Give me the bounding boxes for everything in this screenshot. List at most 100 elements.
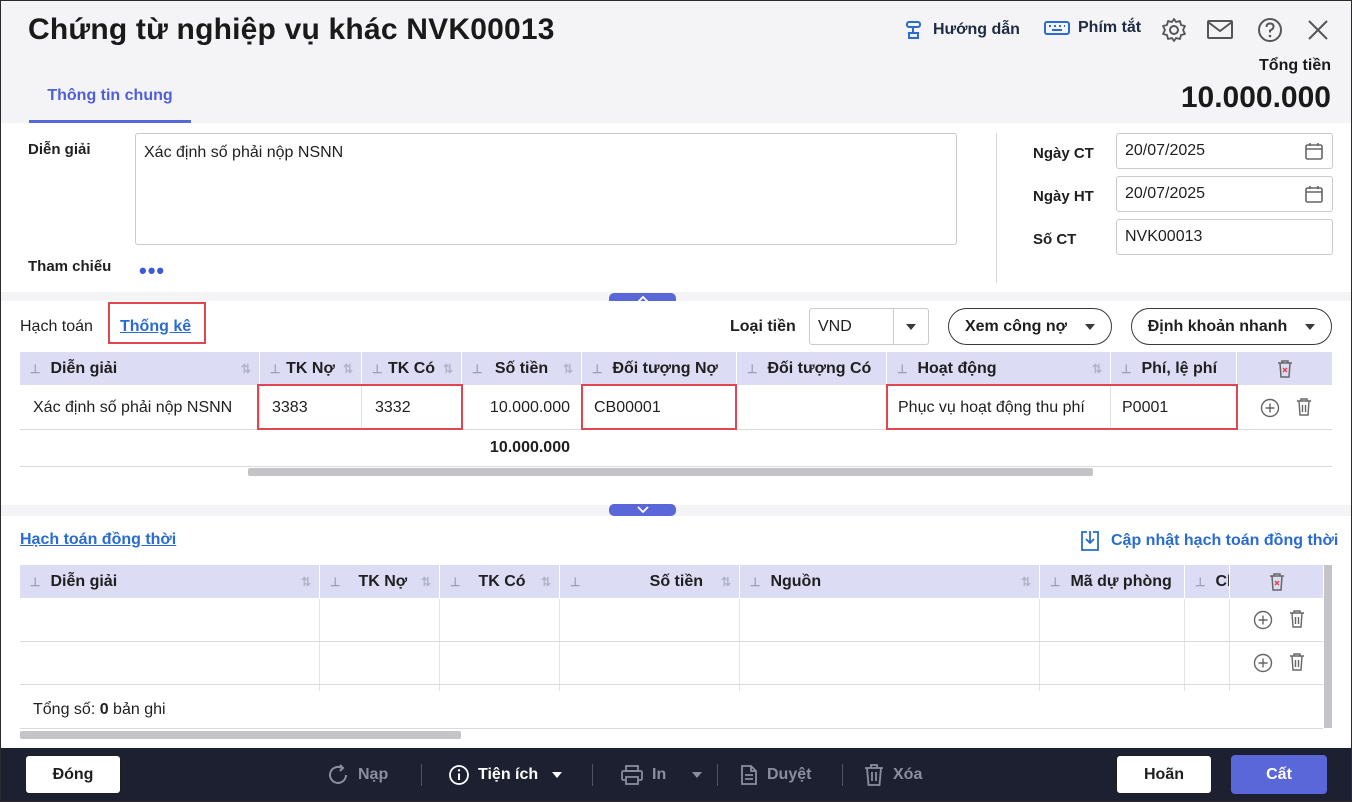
dropdown-caret-icon xyxy=(1305,323,1316,330)
record-count-value: 0 xyxy=(99,701,109,718)
col-credit-account[interactable]: ⊥ TK Có ⇅ xyxy=(440,565,560,598)
grid-line xyxy=(1229,599,1230,691)
section-band xyxy=(1,505,1351,516)
col-fee[interactable]: ⊥ Phí, lệ phí xyxy=(1111,352,1237,385)
col-activity[interactable]: ⊥ Hoạt động ⇅ xyxy=(887,352,1111,385)
col-reserve-code[interactable]: ⊥ Mã dự phòng xyxy=(1040,565,1185,598)
settings-icon[interactable] xyxy=(1159,15,1189,45)
grid-line xyxy=(739,599,740,691)
dialog-header: Chứng từ nghiệp vụ khác NVK00013 Hướng d… xyxy=(1,1,1351,123)
highlight-box xyxy=(581,384,737,430)
general-info-form: Diễn giải Xác định số phải nộp NSNN Tham… xyxy=(1,123,1351,301)
date-ct-label: Ngày CT xyxy=(1033,145,1094,162)
reload-label: Nạp xyxy=(358,765,389,783)
row-divider xyxy=(20,466,1332,467)
col-credit-object[interactable]: ⊥ Đối tượng Có xyxy=(737,352,887,385)
highlight-box xyxy=(886,384,1238,430)
col-debit-object[interactable]: ⊥ Đối tượng Nợ xyxy=(582,352,737,385)
mail-icon[interactable] xyxy=(1206,15,1236,45)
highlight-box xyxy=(108,302,206,344)
collapse-down-button[interactable] xyxy=(609,504,676,516)
date-ct-field[interactable]: 20/07/2025 xyxy=(1116,133,1333,169)
highlight-box xyxy=(257,384,463,430)
col-source[interactable]: ⊥ Nguồn ⇅ xyxy=(740,565,1040,598)
quick-entry-label: Định khoản nhanh xyxy=(1147,317,1288,335)
form-divider xyxy=(996,133,997,283)
date-ht-field[interactable]: 20/07/2025 xyxy=(1116,176,1333,212)
cancel-button[interactable]: Hoãn xyxy=(1116,755,1212,794)
guide-label: Hướng dẫn xyxy=(933,21,1020,38)
so-ct-value: NVK00013 xyxy=(1125,228,1203,245)
tab-general-info[interactable]: Thông tin chung xyxy=(29,71,191,123)
print-label: In xyxy=(652,765,667,783)
toolbar-separator xyxy=(592,764,593,786)
delete-row-icon[interactable] xyxy=(1295,397,1313,421)
guide-link[interactable]: Hướng dẫn xyxy=(903,19,1020,41)
add-row-icon[interactable] xyxy=(1253,653,1273,677)
accounting-section: Hạch toán Thống kê Loại tiền VND Xem côn… xyxy=(1,301,1351,505)
row1-amount[interactable]: 10.000.000 xyxy=(462,386,570,429)
col-credit-account[interactable]: ⊥ TK Có ⇅ xyxy=(362,352,462,385)
concurrent-link[interactable]: Hạch toán đồng thời xyxy=(20,531,176,549)
shortcut-link[interactable]: Phím tắt xyxy=(1044,19,1141,37)
col-cl[interactable]: ⊥ Cl xyxy=(1185,565,1230,598)
delete-row-icon[interactable] xyxy=(1288,609,1306,633)
quick-entry-button[interactable]: Định khoản nhanh xyxy=(1131,308,1332,345)
horizontal-scrollbar[interactable] xyxy=(248,468,1093,476)
download-icon xyxy=(1081,531,1099,551)
delete-row-icon[interactable] xyxy=(1288,652,1306,676)
col-description[interactable]: ⊥ Diễn giải ⇅ xyxy=(20,565,320,598)
calendar-icon[interactable] xyxy=(1304,184,1324,204)
delete-all-icon[interactable] xyxy=(1230,565,1323,598)
tab-accounting[interactable]: Hạch toán xyxy=(20,318,93,336)
utility-button[interactable]: Tiện ích xyxy=(448,748,563,801)
document-icon xyxy=(741,764,757,785)
currency-select[interactable]: VND xyxy=(809,308,929,345)
trash-icon xyxy=(865,763,883,786)
col-amount[interactable]: ⊥ Số tiền ⇅ xyxy=(560,565,740,598)
reference-more-button[interactable]: ••• xyxy=(139,258,165,284)
description-textarea[interactable]: Xác định số phải nộp NSNN xyxy=(135,133,957,245)
guide-icon xyxy=(906,21,921,39)
col-amount[interactable]: ⊥ Số tiền ⇅ xyxy=(462,352,582,385)
so-ct-field[interactable]: NVK00013 xyxy=(1116,219,1333,255)
dropdown-caret-icon xyxy=(692,771,703,778)
date-ht-value: 20/07/2025 xyxy=(1125,185,1206,202)
col-debit-account[interactable]: ⊥ TK Nợ ⇅ xyxy=(320,565,440,598)
calendar-icon[interactable] xyxy=(1304,141,1324,161)
add-row-icon[interactable] xyxy=(1253,610,1273,634)
col-debit-account[interactable]: ⊥ TK Nợ ⇅ xyxy=(260,352,362,385)
col-description[interactable]: ⊥ Diễn giải ⇅ xyxy=(20,352,260,385)
printer-icon xyxy=(621,764,643,785)
description-label: Diễn giải xyxy=(28,141,91,158)
delete-button[interactable]: Xóa xyxy=(863,748,922,801)
update-concurrent-button[interactable]: Cập nhật hạch toán đồng thời xyxy=(1079,529,1338,553)
toolbar-separator xyxy=(842,764,843,786)
total-value: 10.000.000 xyxy=(1180,81,1331,114)
grid-line xyxy=(559,599,560,691)
view-debt-label: Xem công nợ xyxy=(964,317,1068,335)
delete-all-icon[interactable] xyxy=(1237,352,1332,385)
grid-line xyxy=(1039,599,1040,691)
view-debt-button[interactable]: Xem công nợ xyxy=(948,308,1112,345)
date-ht-label: Ngày HT xyxy=(1033,188,1094,205)
info-icon xyxy=(449,764,469,785)
horizontal-scrollbar[interactable] xyxy=(20,731,461,739)
grid-line xyxy=(439,599,440,691)
reload-button[interactable]: Nạp xyxy=(326,748,388,801)
save-button[interactable]: Cất xyxy=(1231,755,1327,794)
delete-label: Xóa xyxy=(893,765,923,783)
close-button[interactable]: Đóng xyxy=(25,755,121,794)
grid-line xyxy=(319,599,320,691)
row-divider xyxy=(20,641,1323,642)
dropdown-caret-icon xyxy=(1085,323,1096,330)
utility-label: Tiện ích xyxy=(478,765,539,783)
approve-button[interactable]: Duyệt xyxy=(739,748,811,801)
vertical-scrollbar[interactable] xyxy=(1324,565,1332,728)
row-divider xyxy=(20,728,1323,729)
print-button[interactable]: In xyxy=(620,748,703,801)
row1-description[interactable]: Xác định số phải nộp NSNN xyxy=(33,386,232,429)
close-icon[interactable] xyxy=(1303,15,1333,45)
add-row-icon[interactable] xyxy=(1260,398,1280,422)
help-icon[interactable] xyxy=(1255,15,1285,45)
